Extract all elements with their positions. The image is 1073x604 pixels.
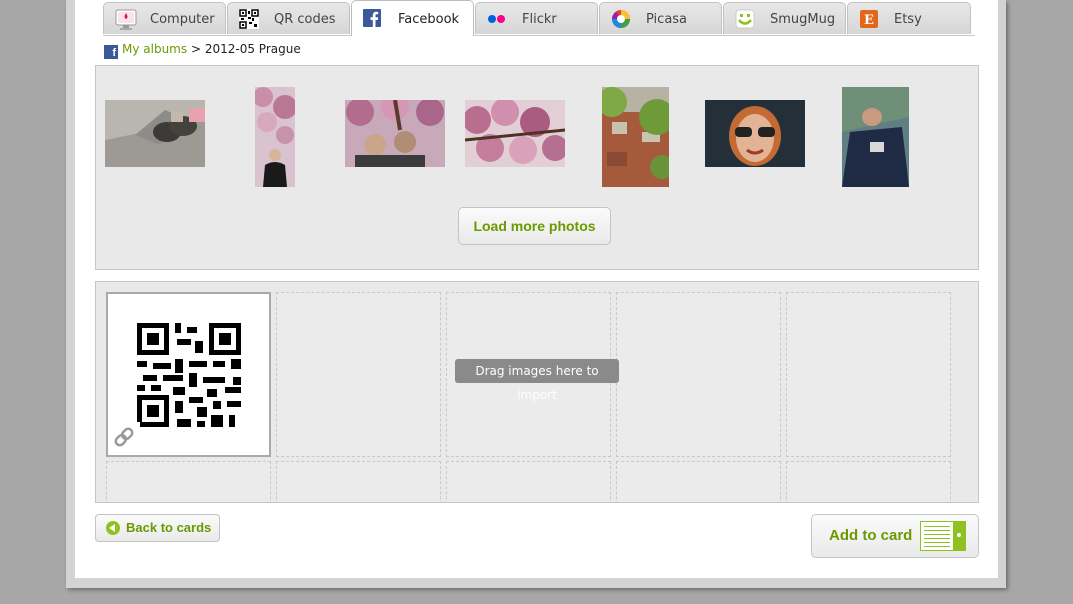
empty-import-slot[interactable] bbox=[616, 292, 781, 457]
breadcrumb-current-album: 2012-05 Prague bbox=[204, 42, 301, 56]
tab-label: QR codes bbox=[274, 12, 336, 27]
card-icon bbox=[920, 521, 966, 551]
photo-pink-blossoms[interactable] bbox=[465, 100, 565, 167]
empty-import-slot[interactable] bbox=[276, 461, 441, 502]
flickr-icon bbox=[487, 9, 507, 29]
qr-code-icon bbox=[239, 9, 259, 29]
tab-etsy[interactable]: E Etsy bbox=[847, 2, 971, 34]
tab-label: Flickr bbox=[522, 12, 557, 27]
add-to-card-button[interactable]: Add to card bbox=[811, 514, 979, 558]
photo-person-lying-down[interactable] bbox=[842, 87, 909, 187]
tab-smugmug[interactable]: SmugMug bbox=[723, 2, 846, 34]
computer-icon bbox=[115, 9, 137, 30]
back-arrow-icon bbox=[106, 521, 120, 535]
empty-import-slot[interactable] bbox=[106, 461, 271, 502]
tab-facebook[interactable]: Facebook bbox=[351, 0, 474, 36]
tab-label: Facebook bbox=[398, 12, 460, 27]
back-to-cards-label: Back to cards bbox=[126, 520, 212, 535]
tab-label: Computer bbox=[150, 12, 215, 27]
photo-couple-under-blossoms[interactable] bbox=[345, 100, 445, 167]
drag-images-hint: Drag images here to import bbox=[455, 359, 619, 402]
empty-import-slot[interactable] bbox=[616, 461, 781, 502]
tab-computer[interactable]: Computer bbox=[103, 2, 226, 34]
album-photos-panel: Load more photos bbox=[95, 65, 979, 270]
facebook-icon bbox=[363, 9, 383, 29]
svg-text:E: E bbox=[864, 13, 874, 28]
smugmug-icon bbox=[735, 9, 755, 29]
empty-import-slot[interactable] bbox=[786, 461, 951, 502]
empty-import-slot[interactable] bbox=[276, 292, 441, 457]
tab-label: Etsy bbox=[894, 12, 922, 27]
breadcrumb-separator: > bbox=[190, 42, 202, 56]
breadcrumb-my-albums-link[interactable]: My albums bbox=[122, 42, 187, 56]
picasa-icon bbox=[611, 9, 631, 29]
photo-woman-sunglasses[interactable] bbox=[705, 100, 805, 167]
back-to-cards-button[interactable]: Back to cards bbox=[95, 514, 220, 542]
qr-code-image bbox=[110, 323, 241, 452]
tab-picasa[interactable]: Picasa bbox=[599, 2, 722, 34]
empty-import-slot[interactable] bbox=[786, 292, 951, 457]
breadcrumb: f My albums > 2012-05 Prague bbox=[104, 42, 301, 59]
photo-city-rooftops[interactable] bbox=[602, 87, 669, 187]
photo-girl-under-blossoms[interactable] bbox=[255, 87, 295, 187]
tab-label: SmugMug bbox=[770, 12, 836, 27]
add-to-card-label: Add to card bbox=[829, 527, 913, 544]
source-tabs: Computer QR codes Facebook Flickr Picasa… bbox=[103, 0, 975, 36]
etsy-icon: E bbox=[859, 9, 879, 29]
facebook-icon: f bbox=[104, 45, 118, 59]
photo-shoes-on-pavement[interactable] bbox=[105, 100, 205, 167]
tab-flickr[interactable]: Flickr bbox=[475, 2, 598, 34]
load-more-photos-button[interactable]: Load more photos bbox=[458, 207, 611, 245]
imported-qr-code-slot[interactable] bbox=[106, 292, 271, 457]
empty-import-slot[interactable] bbox=[446, 461, 611, 502]
tab-qr-codes[interactable]: QR codes bbox=[227, 2, 350, 34]
tab-label: Picasa bbox=[646, 12, 688, 27]
